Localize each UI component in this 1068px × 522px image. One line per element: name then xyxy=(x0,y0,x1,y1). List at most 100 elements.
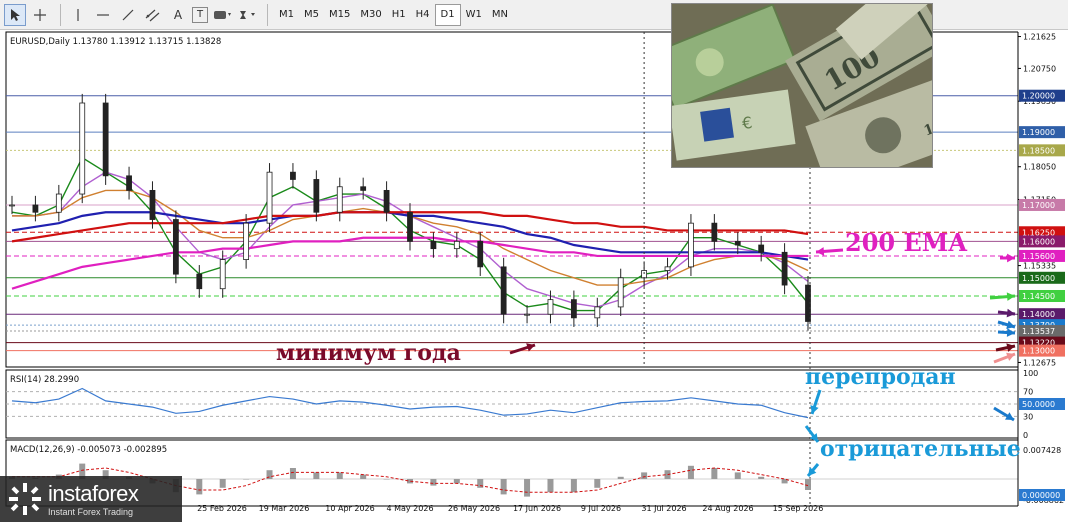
price-candle xyxy=(243,222,250,260)
price-candle xyxy=(477,240,484,268)
price-candle xyxy=(407,211,413,242)
macd-tick-label: 0.007428 xyxy=(1023,446,1061,455)
currency-photo: € 100 100 xyxy=(671,3,933,168)
timeframe-h1[interactable]: H1 xyxy=(387,5,411,25)
price-level-badge: 1.16000 xyxy=(1022,237,1055,246)
price-candle xyxy=(570,299,577,319)
price-level-badge: 1.15000 xyxy=(1022,274,1055,283)
price-candle xyxy=(336,186,343,213)
macd-histogram-bar xyxy=(336,472,343,479)
timeframe-m1[interactable]: M1 xyxy=(274,5,299,25)
rsi-label: RSI(14) 28.2990 xyxy=(10,375,79,385)
timeframe-d1[interactable]: D1 xyxy=(434,3,461,26)
price-candle xyxy=(664,266,671,271)
price-candle xyxy=(688,222,694,268)
rsi-tick-label: 70 xyxy=(1023,388,1033,397)
price-candle xyxy=(430,240,437,250)
macd-histogram-bar xyxy=(360,474,367,479)
macd-histogram-bar xyxy=(500,479,507,495)
date-tick-label: 17 Jun 2026 xyxy=(513,504,561,513)
price-candle xyxy=(102,102,109,177)
price-candle xyxy=(594,306,601,319)
crosshair-icon[interactable] xyxy=(29,4,51,26)
macd-histogram-bar xyxy=(430,479,437,486)
price-candle xyxy=(79,102,86,195)
price-candle xyxy=(9,204,15,207)
timeframe-h4[interactable]: H4 xyxy=(411,5,435,25)
price-tick-label: 1.15335 xyxy=(1023,262,1056,271)
price-candle xyxy=(711,222,718,242)
price-level-badge: 1.13000 xyxy=(1022,347,1055,356)
macd-histogram-bar xyxy=(219,479,226,488)
cursor-icon[interactable] xyxy=(4,3,26,26)
macd-histogram-bar xyxy=(711,468,718,479)
price-tick-label: 1.12675 xyxy=(1023,358,1056,367)
price-candle xyxy=(219,259,226,290)
date-tick-label: 10 Apr 2026 xyxy=(325,504,374,513)
oversold-annotation-text: перепродан xyxy=(805,364,956,390)
horizontal-line-icon[interactable] xyxy=(92,4,114,26)
macd-histogram-bar xyxy=(570,479,577,493)
price-level-badge: 1.14500 xyxy=(1022,292,1055,301)
price-tick-label: 1.21625 xyxy=(1023,33,1056,42)
timeframe-m15[interactable]: M15 xyxy=(324,5,355,25)
oversold-annotation: перепродан xyxy=(805,364,956,390)
arrows-icon[interactable] xyxy=(236,4,258,26)
shapes-icon[interactable] xyxy=(211,4,233,26)
price-candle xyxy=(383,189,390,213)
text-tool-icon[interactable]: A xyxy=(167,4,189,26)
year-low-annotation-text: минимум года xyxy=(276,340,461,366)
timeframe-m30[interactable]: M30 xyxy=(355,5,386,25)
price-candle xyxy=(32,204,39,213)
price-candle xyxy=(149,189,156,220)
rsi-tick-label: 100 xyxy=(1023,369,1038,378)
macd-histogram-bar xyxy=(524,479,531,497)
macd-histogram-bar xyxy=(289,468,296,479)
macd-histogram-bar xyxy=(617,476,624,479)
price-candle xyxy=(172,219,179,275)
macd-value-badge: 0.000000 xyxy=(1022,491,1060,500)
price-candle xyxy=(126,175,132,191)
price-level-badge: 1.19000 xyxy=(1022,128,1055,137)
price-candle xyxy=(290,171,296,180)
label-tool-icon[interactable]: T xyxy=(192,6,208,23)
ema-annotation: 200 EMA xyxy=(845,228,967,257)
price-level-badge: 1.20000 xyxy=(1022,92,1055,101)
price-level-badge: 1.13537 xyxy=(1022,327,1055,336)
price-candle xyxy=(781,251,788,286)
channel-icon[interactable] xyxy=(142,4,164,26)
timeframe-w1[interactable]: W1 xyxy=(461,5,487,25)
rsi-value-badge: 50.0000 xyxy=(1022,400,1055,409)
price-candle xyxy=(500,266,507,315)
price-level-badge: 1.18500 xyxy=(1022,146,1055,155)
toolbar-divider xyxy=(60,3,61,26)
macd-histogram-bar xyxy=(243,479,250,480)
toolbar-divider xyxy=(267,3,268,26)
price-tick-label: 1.20750 xyxy=(1023,64,1056,73)
macd-histogram-bar xyxy=(383,479,390,480)
price-candle xyxy=(524,313,530,316)
macd-histogram-bar xyxy=(313,472,320,479)
macd-histogram-bar xyxy=(734,472,741,479)
price-level-badge: 1.17000 xyxy=(1022,201,1055,210)
macd-histogram-bar xyxy=(687,465,694,479)
year-low-annotation: минимум года xyxy=(276,340,461,366)
rsi-tick-label: 0 xyxy=(1023,431,1028,440)
price-candle xyxy=(758,244,765,253)
macd-histogram-bar xyxy=(758,476,765,479)
date-tick-label: 4 May 2026 xyxy=(386,504,433,513)
price-candle xyxy=(547,299,554,315)
price-level-badge: 1.15600 xyxy=(1022,252,1055,261)
negative-annotation-text: отрицательные xyxy=(820,436,1021,462)
price-candle xyxy=(617,277,624,308)
timeframe-m5[interactable]: M5 xyxy=(299,5,324,25)
timeframe-group: M1 M5 M15 M30 H1 H4 D1 W1 MN xyxy=(274,3,513,26)
logo-tagline: Instant Forex Trading xyxy=(48,507,134,517)
trendline-icon[interactable] xyxy=(117,4,139,26)
timeframe-mn[interactable]: MN xyxy=(487,5,513,25)
price-tick-label: 1.18050 xyxy=(1023,163,1056,172)
vertical-line-icon[interactable] xyxy=(67,4,89,26)
logo-mark-icon xyxy=(9,483,41,515)
date-tick-label: 19 Mar 2026 xyxy=(259,504,310,513)
rsi-tick-label: 30 xyxy=(1023,412,1033,421)
